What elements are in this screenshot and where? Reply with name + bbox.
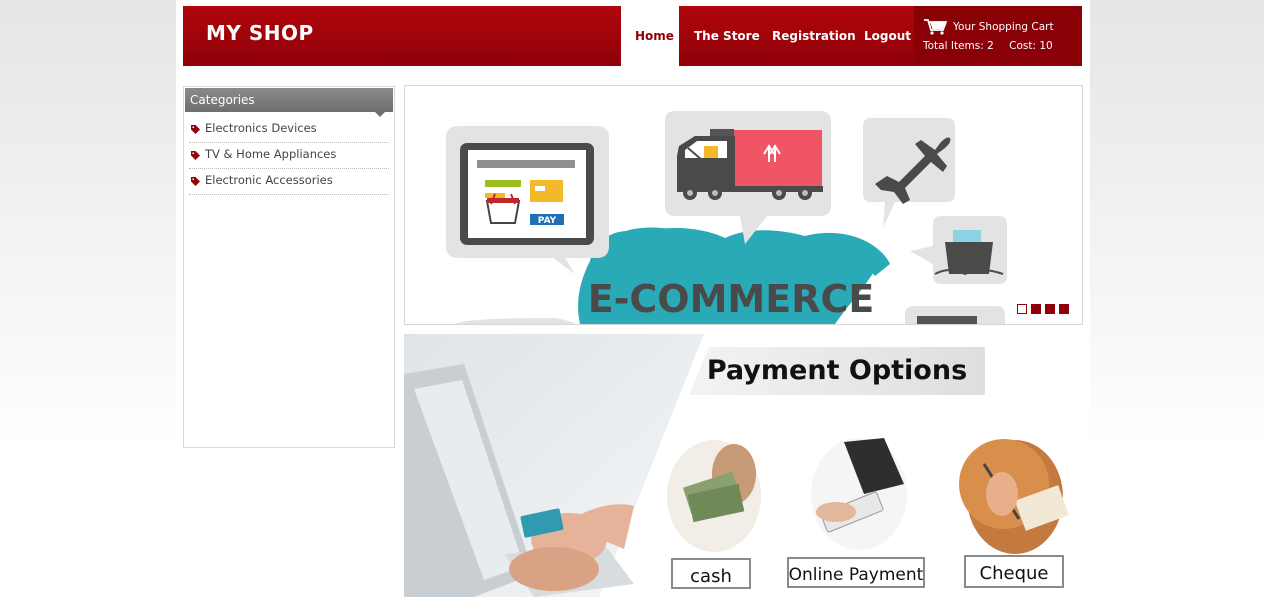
category-label[interactable]: TV & Home Appliances [205,147,336,161]
nav-home-link[interactable]: Home [635,29,674,43]
categories-title: Categories [190,93,255,107]
category-list: Electronics Devices TV & Home Appliances… [189,117,389,195]
category-item-electronics-devices[interactable]: Electronics Devices [189,117,389,143]
payment-options-illustration: Payment Options cash Online Payment Cheq… [404,334,1070,597]
nav-registration-link[interactable]: Registration [772,29,856,43]
cart-title: Your Shopping Cart [953,21,1054,33]
cart-items-count: Total Items: 2 [923,40,994,52]
header-logo-bar: MY SHOP [183,6,621,66]
cart-cost: Cost: 10 [1009,40,1053,52]
categories-heading: Categories [185,88,393,117]
pay-label: PAY [538,216,557,226]
payment-option-online: Online Payment [789,565,924,585]
slide-dot-2[interactable] [1031,304,1041,314]
site-logo[interactable]: MY SHOP [206,21,314,45]
tag-icon [191,125,200,134]
nav-home-tab[interactable]: Home [621,6,679,66]
tag-icon [191,177,200,186]
category-item-electronic-accessories[interactable]: Electronic Accessories [189,169,389,195]
payment-options-banner: Payment Options cash Online Payment Cheq… [404,334,1081,597]
category-item-tv-home-appliances[interactable]: TV & Home Appliances [189,143,389,169]
nav-logout-link[interactable]: Logout [864,29,911,43]
slideshow-pagination [1017,304,1069,314]
payment-title: Payment Options [707,355,967,386]
categories-sidebar: Categories Electronics Devices TV & Home… [183,86,395,448]
ecommerce-banner-slideshow[interactable]: PAY E-COMMERCE [404,85,1083,325]
category-label[interactable]: Electronics Devices [205,121,317,135]
slide-dot-1[interactable] [1017,304,1027,314]
cart-totals: Total Items: 2 Cost: 10 [923,40,1057,52]
slide-dot-3[interactable] [1045,304,1055,314]
category-label[interactable]: Electronic Accessories [205,173,333,187]
banner-title: E-COMMERCE [588,277,875,321]
shopping-cart-icon [924,19,947,35]
nav-store-link[interactable]: The Store [694,29,760,43]
ecommerce-illustration: PAY E-COMMERCE [446,111,1007,324]
slide-dot-4[interactable] [1059,304,1069,314]
payment-option-cash: cash [690,566,732,587]
payment-option-cheque: Cheque [980,563,1049,584]
shopping-cart-summary[interactable]: Your Shopping Cart Total Items: 2 Cost: … [914,6,1082,66]
tag-icon [191,151,200,160]
